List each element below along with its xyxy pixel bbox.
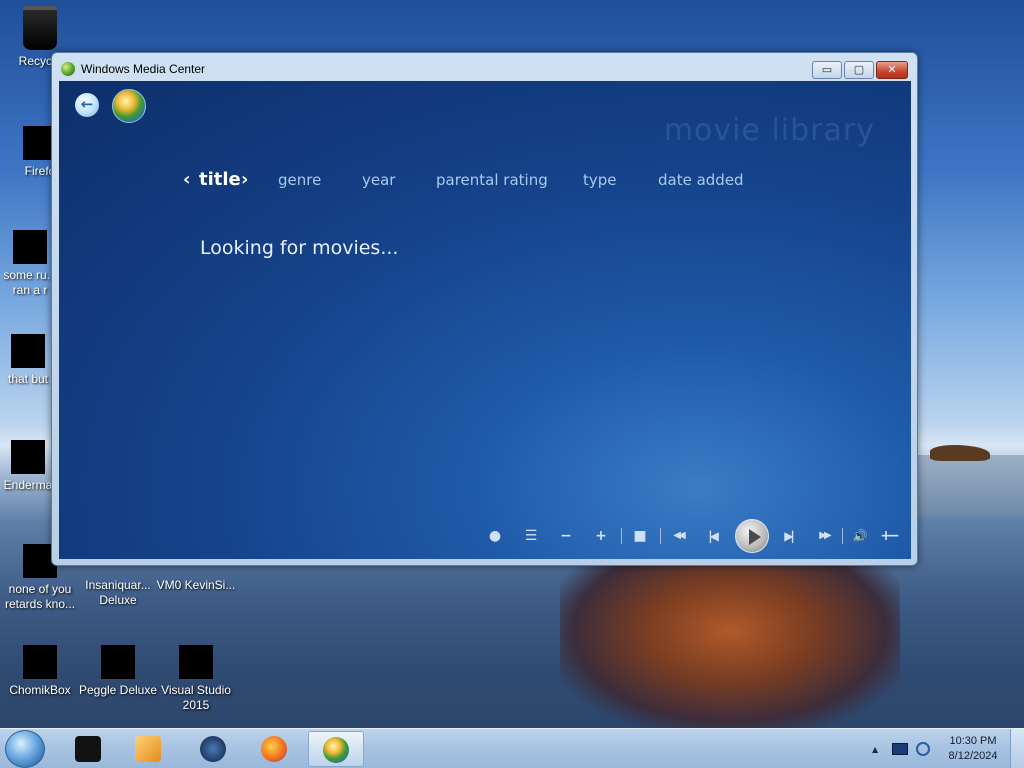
desktop-icon-label: that but — [7, 372, 49, 386]
media-center-icon — [61, 62, 75, 76]
network-icon[interactable] — [892, 743, 908, 755]
game-icon — [11, 440, 45, 474]
fast-forward-icon[interactable]: ▶▶ — [811, 527, 837, 545]
globe-icon — [200, 736, 226, 762]
transport-controls: ● ☰ − + ■ ◀◀ |◀ ▶| ▶▶ 🔊 − — [429, 519, 900, 553]
record-icon[interactable]: ● — [486, 527, 504, 545]
tab-date-added[interactable]: date added — [658, 171, 744, 189]
rewind-icon[interactable]: ◀◀ — [665, 527, 691, 545]
library-title: movie library — [663, 113, 875, 148]
stop-icon[interactable]: ■ — [631, 527, 649, 545]
status-message: Looking for movies... — [200, 237, 399, 259]
taskbar: ▲ 10:30 PM 8/12/2024 — [0, 728, 1024, 768]
desktop-icon-label: Insaniquar... Deluxe — [85, 578, 151, 607]
tab-parental-rating[interactable]: parental rating — [436, 171, 548, 189]
shoreline — [918, 455, 1024, 515]
media-center-start-button[interactable] — [112, 89, 146, 123]
tab-type[interactable]: type — [583, 171, 617, 189]
channel-down-icon[interactable]: − — [557, 527, 575, 545]
window-title: Windows Media Center — [81, 62, 206, 76]
clock-date: 8/12/2024 — [948, 750, 998, 762]
file-icon — [11, 334, 45, 368]
desktop-icon-insaniquarium[interactable]: Insaniquar... Deluxe — [78, 578, 158, 608]
desktop-icon-label: ChomikBox — [9, 683, 71, 697]
desktop-icon-visual-studio[interactable]: Visual Studio 2015 — [156, 645, 236, 713]
taskbar-item-media-player[interactable] — [120, 731, 176, 767]
desktop-icon-enderman[interactable]: Enderma — [0, 440, 56, 493]
tab-genre[interactable]: genre — [278, 171, 321, 189]
desktop-icon-label: Peggle Deluxe — [78, 683, 158, 697]
divider — [842, 528, 843, 544]
divider — [621, 528, 622, 544]
start-button[interactable] — [5, 730, 45, 768]
desktop-icon-label: none of you retards kno... — [4, 582, 76, 611]
volume-up-icon[interactable]: + — [877, 527, 895, 545]
minimize-button[interactable]: ▭ — [812, 61, 842, 79]
media-center-content: ← movie library ‹ title › genre year par… — [59, 81, 911, 559]
chevron-left-icon[interactable]: ‹ — [183, 169, 190, 190]
clock-time: 10:30 PM — [949, 735, 997, 747]
play-button[interactable] — [735, 519, 769, 553]
window-titlebar[interactable]: Windows Media Center ▭ ▢ ✕ — [52, 53, 917, 83]
system-tray: ▲ 10:30 PM 8/12/2024 — [862, 729, 1024, 768]
show-desktop-button[interactable] — [1010, 729, 1024, 768]
rocks — [930, 445, 990, 461]
taskbar-item-firefox[interactable] — [246, 731, 302, 767]
media-center-window: Windows Media Center ▭ ▢ ✕ ← movie libra… — [51, 52, 918, 566]
file-icon — [13, 230, 47, 264]
chevron-right-icon[interactable]: › — [241, 169, 248, 190]
desktop-icon-vm0[interactable]: VM0 KevinSi... — [156, 578, 236, 593]
tab-title[interactable]: title — [199, 169, 241, 190]
black-box-icon — [75, 736, 101, 762]
divider — [660, 528, 661, 544]
skip-back-icon[interactable]: |◀ — [701, 527, 723, 545]
tab-year[interactable]: year — [362, 171, 395, 189]
media-center-icon — [323, 737, 349, 763]
guide-icon[interactable]: ☰ — [522, 527, 540, 545]
peggle-icon — [101, 645, 135, 679]
clock[interactable]: 10:30 PM 8/12/2024 — [942, 734, 1004, 764]
back-arrow-icon[interactable]: ← — [75, 93, 99, 117]
desktop-icon-peggle-deluxe[interactable]: Peggle Deluxe — [78, 645, 158, 698]
desktop-icon-label: Enderma — [3, 478, 53, 492]
channel-up-icon[interactable]: + — [592, 527, 610, 545]
firefox-icon — [261, 736, 287, 762]
action-center-icon[interactable] — [916, 742, 930, 756]
taskbar-item-3[interactable] — [185, 731, 241, 767]
sunset-reflection — [560, 565, 900, 730]
skip-forward-icon[interactable]: ▶| — [777, 527, 799, 545]
mute-icon[interactable]: 🔊 — [851, 527, 869, 545]
visual-studio-icon — [179, 645, 213, 679]
taskbar-item-1[interactable] — [60, 731, 116, 767]
desktop-icon-that-but[interactable]: that but — [0, 334, 56, 387]
media-player-icon — [135, 736, 161, 762]
tray-expand-icon[interactable]: ▲ — [872, 745, 878, 754]
desktop-icon-label: VM0 KevinSi... — [156, 578, 236, 592]
recycle-bin-icon — [23, 6, 57, 50]
maximize-button[interactable]: ▢ — [844, 61, 874, 79]
chomikbox-icon — [23, 645, 57, 679]
close-button[interactable]: ✕ — [876, 61, 908, 79]
desktop-icon-label: Visual Studio 2015 — [161, 683, 231, 712]
taskbar-item-media-center[interactable] — [308, 731, 364, 767]
desktop-icon-chomikbox[interactable]: ChomikBox — [0, 645, 80, 698]
